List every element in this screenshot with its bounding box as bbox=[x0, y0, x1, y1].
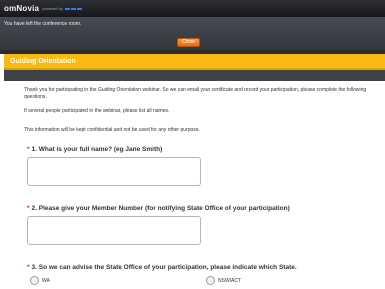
question-1-text: 1. What is your full name? (eg Jane Smit… bbox=[31, 146, 163, 153]
survey-header: Guiding Orientation bbox=[4, 54, 385, 70]
full-name-field[interactable] bbox=[27, 157, 201, 186]
notice-bar: You have left the conference room. Close bbox=[0, 17, 385, 50]
state-option-label: NSW/ACT bbox=[218, 277, 242, 284]
page-title: Guiding Orientation bbox=[10, 58, 76, 65]
partner-logo bbox=[64, 7, 82, 10]
required-marker: * bbox=[27, 205, 30, 212]
required-marker: * bbox=[27, 264, 30, 271]
state-option-nsw-act[interactable]: NSW/ACT bbox=[206, 276, 241, 285]
radio-button[interactable] bbox=[206, 276, 215, 285]
question-3-label: * 3. So we can advise the State Office of… bbox=[27, 264, 297, 271]
state-option-wa[interactable]: WA bbox=[30, 276, 50, 285]
question-3-text: 3. So we can advise the State Office of … bbox=[31, 264, 297, 271]
app-logo: omNovia bbox=[4, 4, 40, 13]
question-2-label: * 2. Please give your Member Number (for … bbox=[27, 205, 290, 212]
required-marker: * bbox=[27, 146, 30, 153]
app-top-bar: omNovia powered by bbox=[0, 0, 385, 17]
notice-message: You have left the conference room. bbox=[4, 21, 82, 27]
question-1-label: * 1. What is your full name? (eg Jane Smi… bbox=[27, 146, 162, 153]
member-number-field[interactable] bbox=[27, 216, 201, 245]
state-option-label: WA bbox=[42, 277, 50, 284]
question-2-text: 2. Please give your Member Number (for n… bbox=[31, 205, 290, 212]
powered-by-label: powered by bbox=[42, 6, 63, 11]
radio-button[interactable] bbox=[30, 276, 39, 285]
close-button[interactable]: Close bbox=[177, 38, 200, 47]
intro-names-note: If several people participated in the we… bbox=[24, 108, 170, 114]
header-separator bbox=[4, 70, 385, 81]
intro-paragraph: Thank you for participating in the Guidi… bbox=[24, 87, 367, 100]
intro-privacy-note: This information will be kept confidenti… bbox=[24, 127, 200, 133]
